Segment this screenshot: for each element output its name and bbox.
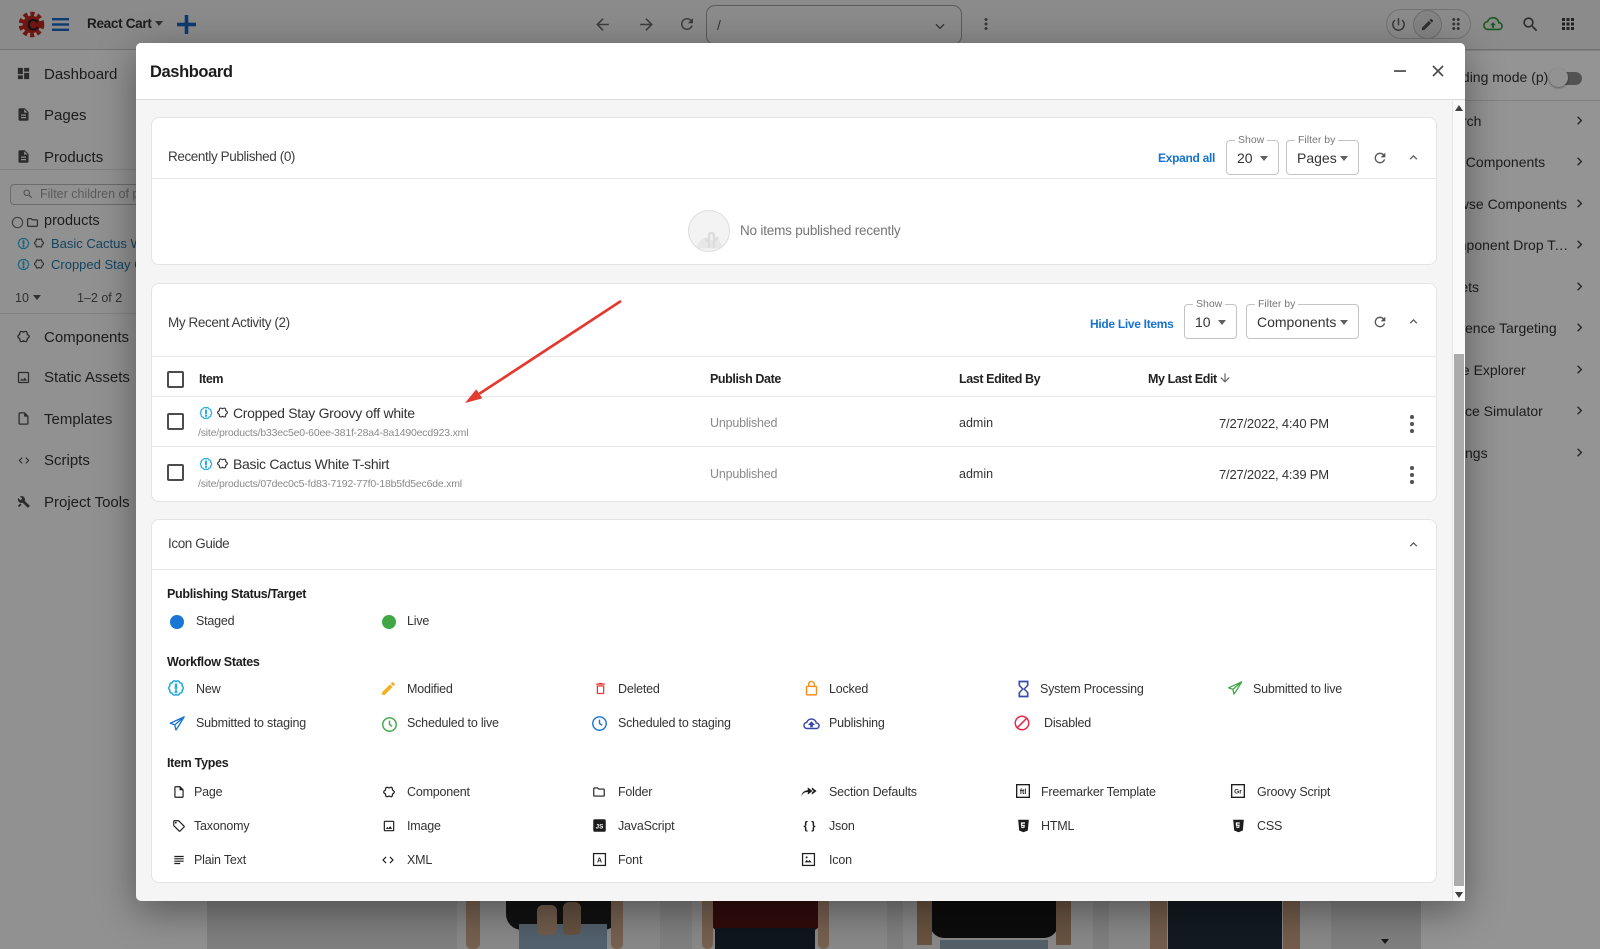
svg-text:Gr: Gr [1234,789,1242,796]
svg-text:ftl: ftl [1020,789,1027,796]
svg-text:A: A [597,857,602,864]
svg-text:JS: JS [596,823,604,830]
svg-text:{ }: { } [804,820,817,832]
